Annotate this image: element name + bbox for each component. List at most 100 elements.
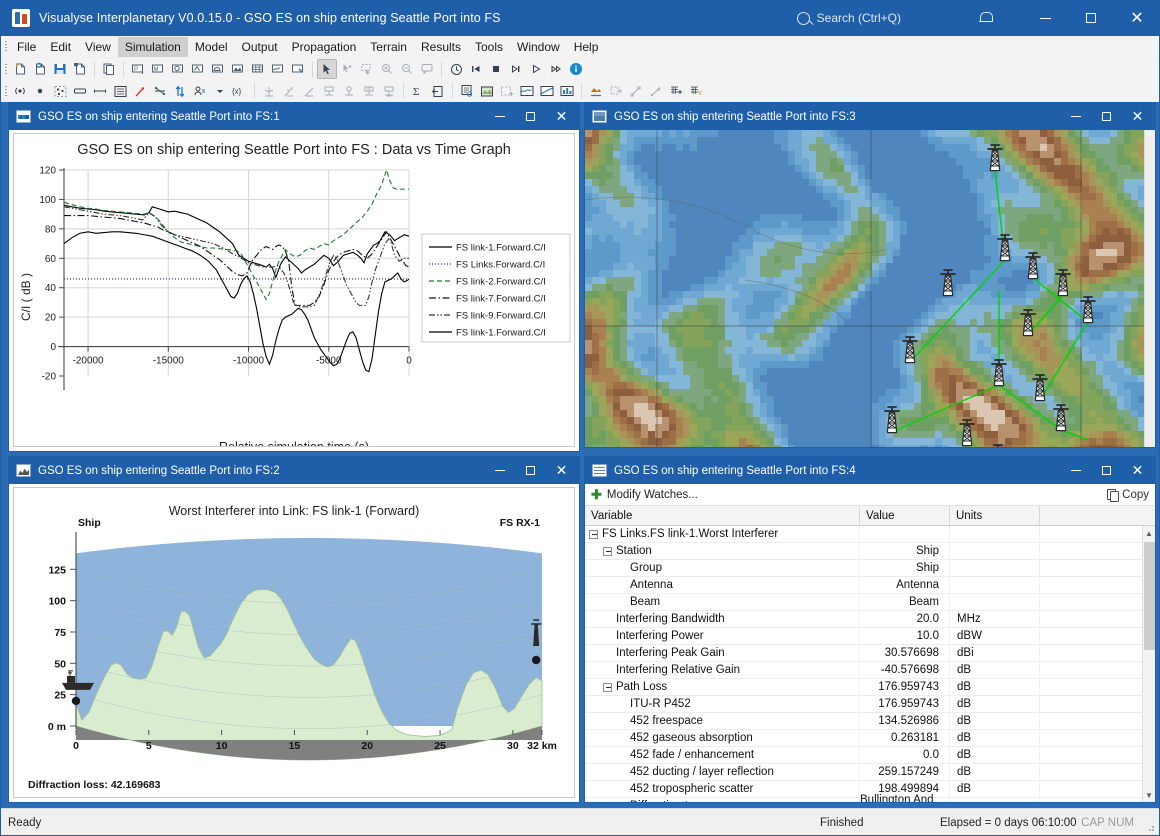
add-terrain-icon[interactable]: [228, 59, 248, 79]
add-antenna-icon[interactable]: [208, 59, 228, 79]
copy-page-icon[interactable]: [99, 59, 119, 79]
rectangle-area-icon[interactable]: [70, 81, 90, 101]
add-watch-icon[interactable]: [288, 59, 308, 79]
table-row[interactable]: Diffraction type Bullington And S: [585, 794, 1155, 802]
table-row[interactable]: Interfering Bandwidth 20.0 MHz: [585, 610, 1155, 628]
map-window-maximize[interactable]: [1091, 104, 1122, 129]
matrix-icon[interactable]: [666, 81, 686, 101]
add-model-icon[interactable]: M: [148, 59, 168, 79]
updown-arrows-icon[interactable]: [170, 81, 190, 101]
clock-icon[interactable]: [446, 59, 466, 79]
window-maximize-button[interactable]: [1068, 0, 1114, 36]
modify-watches-button[interactable]: ✚ Modify Watches...: [591, 488, 698, 501]
new-document-icon[interactable]: [10, 59, 30, 79]
table-row[interactable]: 452 freespace 134.526986 dB: [585, 712, 1155, 730]
point-station-icon[interactable]: [30, 81, 50, 101]
menu-file[interactable]: File: [10, 37, 43, 57]
trace-window-icon[interactable]: [537, 81, 557, 101]
table-window-close[interactable]: ✕: [1122, 458, 1153, 483]
add-graph-icon[interactable]: [268, 59, 288, 79]
table-window-maximize[interactable]: [1091, 458, 1122, 483]
constellation-icon[interactable]: [50, 81, 70, 101]
link-budget-icon[interactable]: [150, 81, 170, 101]
notification-bell-icon[interactable]: [979, 11, 993, 25]
table-row[interactable]: Station Ship: [585, 542, 1155, 560]
map-view[interactable]: [585, 130, 1155, 447]
menu-window[interactable]: Window: [510, 37, 567, 57]
menu-simulation[interactable]: Simulation: [117, 36, 188, 57]
graph-window-icon[interactable]: [517, 81, 537, 101]
pointer-select-icon[interactable]: [317, 59, 337, 79]
table-row[interactable]: Path Loss 176.959743 dB: [585, 678, 1155, 696]
profile-window-maximize[interactable]: [515, 458, 546, 483]
tree-collapse-icon[interactable]: [603, 546, 612, 556]
column-header-units[interactable]: Units: [950, 506, 1040, 525]
menu-propagation[interactable]: Propagation: [285, 37, 364, 57]
table-row[interactable]: Group Ship: [585, 559, 1155, 577]
toolbar1-drag-grip[interactable]: [2, 62, 10, 76]
watch-list-icon[interactable]: [457, 81, 477, 101]
profile-window-minimize[interactable]: [484, 458, 515, 483]
resize-grip[interactable]: [1146, 823, 1155, 832]
tree-collapse-icon[interactable]: [603, 682, 612, 692]
map-vertical-scrollbar[interactable]: [1144, 130, 1155, 447]
table-window-titlebar[interactable]: GSO ES on ship entering Seattle Port int…: [585, 457, 1155, 484]
table-row[interactable]: 452 gaseous absorption 0.263181 dB: [585, 729, 1155, 747]
table-row[interactable]: 452 ducting / layer reflection 259.157249…: [585, 763, 1155, 781]
group-icon[interactable]: [190, 81, 210, 101]
variable-icon[interactable]: {x}: [230, 81, 250, 101]
profile-window-titlebar[interactable]: GSO ES on ship entering Seattle Port int…: [9, 457, 579, 484]
sigma-icon[interactable]: Σ: [408, 81, 428, 101]
scrollbar-thumb[interactable]: [1143, 542, 1155, 650]
table-vertical-scrollbar[interactable]: ▲ ▼: [1142, 526, 1155, 802]
window-close-button[interactable]: ✕: [1114, 0, 1160, 36]
search-button[interactable]: Search (Ctrl+Q): [796, 11, 901, 25]
column-header-variable[interactable]: Variable: [585, 506, 860, 525]
graph-plot-area[interactable]: -20 0 20 40 60 80 100 120 -20000 -15000 -10000 -500…: [14, 158, 574, 438]
graph-window-maximize[interactable]: [515, 104, 546, 129]
info-icon[interactable]: [566, 59, 586, 79]
add-table-icon[interactable]: [248, 59, 268, 79]
menu-edit[interactable]: Edit: [43, 37, 78, 57]
scroll-down-arrow-icon[interactable]: ▼: [1145, 788, 1153, 802]
export-icon[interactable]: [428, 81, 448, 101]
toolbar2-drag-grip[interactable]: [2, 84, 10, 98]
menu-results[interactable]: Results: [414, 37, 468, 57]
add-link-icon[interactable]: [188, 59, 208, 79]
table-window-minimize[interactable]: [1060, 458, 1091, 483]
table-row[interactable]: 452 fade / enhancement 0.0 dB: [585, 746, 1155, 764]
bar-chart-icon[interactable]: [557, 81, 577, 101]
table-row[interactable]: Beam Beam: [585, 593, 1155, 611]
stop-icon[interactable]: [486, 59, 506, 79]
table-row[interactable]: FS Links.FS link-1.Worst Interferer: [585, 526, 1155, 543]
fast-forward-icon[interactable]: [546, 59, 566, 79]
menu-help[interactable]: Help: [567, 37, 606, 57]
copy-button[interactable]: Copy: [1107, 488, 1149, 502]
map-window-close[interactable]: ✕: [1122, 104, 1153, 129]
map-window-minimize[interactable]: [1060, 104, 1091, 129]
column-header-value[interactable]: Value: [860, 506, 950, 525]
dropdown-arrow-icon[interactable]: [210, 81, 230, 101]
map-window-titlebar[interactable]: GSO ES on ship entering Seattle Port int…: [585, 103, 1155, 130]
step-icon[interactable]: [506, 59, 526, 79]
save-as-icon[interactable]: [70, 59, 90, 79]
profile-window-close[interactable]: ✕: [546, 458, 577, 483]
terrain-map-icon[interactable]: Y: [477, 81, 497, 101]
table-row[interactable]: ITU-R P452 176.959743 dB: [585, 695, 1155, 713]
rewind-icon[interactable]: [466, 59, 486, 79]
menu-drag-grip[interactable]: [2, 40, 10, 54]
profile-svg[interactable]: 0 m 25 50 75 100 125 0 5 10 15 20 25 30 32 km Ship FS R…: [14, 517, 574, 768]
graph-window-titlebar[interactable]: GSO ES on ship entering Seattle Port int…: [9, 103, 579, 130]
menu-view[interactable]: View: [78, 37, 118, 57]
menu-model[interactable]: Model: [188, 37, 235, 57]
table-row[interactable]: Antenna Antenna: [585, 576, 1155, 594]
add-propagation-icon[interactable]: P: [128, 59, 148, 79]
table-row[interactable]: Interfering Peak Gain 30.576698 dBi: [585, 644, 1155, 662]
menu-terrain[interactable]: Terrain: [363, 37, 414, 57]
add-station-icon[interactable]: [168, 59, 188, 79]
scroll-up-arrow-icon[interactable]: ▲: [1145, 526, 1153, 540]
menu-output[interactable]: Output: [235, 37, 285, 57]
save-icon[interactable]: [50, 59, 70, 79]
list-view-icon[interactable]: [110, 81, 130, 101]
tree-collapse-icon[interactable]: [589, 529, 598, 539]
